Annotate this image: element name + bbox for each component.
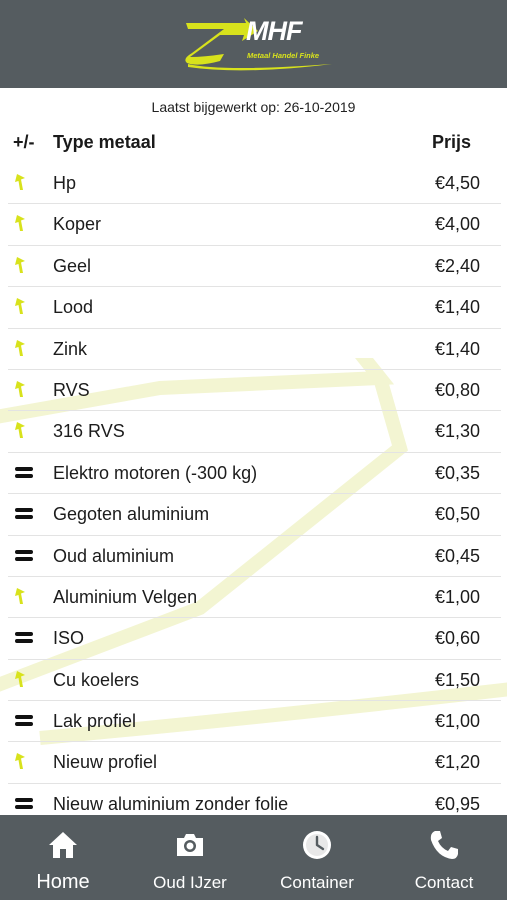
logo-text: MHF [246,16,302,46]
metal-price: €4,50 [434,173,480,193]
metal-type: Elektro motoren (-300 kg) [53,462,258,483]
camera-icon [177,834,203,856]
tab-home-label: Home [36,871,90,893]
table-row: ISO €0,60 [8,618,501,660]
trend-equal-icon [13,462,35,484]
metal-price: €0,35 [434,462,480,483]
metal-price: €0,95 [434,793,480,814]
metal-price: €1,20 [434,752,480,773]
trend-up-icon [13,586,35,608]
trend-up-icon [13,255,35,277]
table-row: Hp €4,50 [8,163,501,205]
metal-type: Nieuw profiel [53,752,158,773]
trend-up-icon [13,213,35,235]
tab-oud-ijzer-label: Oud IJzer [153,873,227,892]
logo-subtitle: Metaal Handel Finke [247,51,320,60]
trend-up-icon [13,379,35,401]
phone-icon [430,831,458,859]
tab-contact-label: Contact [414,873,474,892]
tab-oud-ijzer[interactable]: Oud IJzer [127,815,253,900]
table-row: RVS €0,80 [8,370,501,412]
bottom-tab-bar: Home Oud IJzer Container Contact [0,815,507,900]
metal-type: Koper [53,214,102,235]
column-header-change: +/- [13,132,35,152]
trend-up-icon [13,751,35,773]
table-row: Elektro motoren (-300 kg) €0,35 [8,453,501,495]
metal-price: €0,45 [434,545,480,566]
metal-price: €0,50 [434,504,480,525]
table-row: Nieuw profiel €1,20 [8,742,501,784]
metal-type: Gegoten aluminium [53,504,210,525]
table-row: Geel €2,40 [8,246,501,288]
table-row: Oud aluminium €0,45 [8,536,501,577]
metal-price: €1,00 [434,586,480,607]
app-header: MHF Metaal Handel Finke [0,0,507,88]
table-row: Koper €4,00 [8,204,501,246]
metal-type: Aluminium Velgen [53,586,198,607]
table-header: +/- Type metaal Prijs [0,132,507,158]
table-row: Zink €1,40 [8,329,501,370]
metal-type: Oud aluminium [53,545,175,566]
table-row: 316 RVS €1,30 [8,411,501,453]
metal-type: Cu koelers [53,669,140,690]
trend-equal-icon [13,793,35,815]
table-row: Lak profiel €1,00 [8,701,501,743]
metal-price: €2,40 [434,255,480,276]
metal-price: €4,00 [434,214,480,235]
metal-type: Nieuw aluminium zonder folie [53,793,289,814]
trend-equal-icon [13,627,35,649]
metal-type: RVS [53,379,90,400]
column-header-price: Prijs [432,132,472,152]
metal-type: Lood [53,297,94,318]
price-list: Laatst bijgewerkt op: 26-10-2019 +/- Typ… [0,88,507,815]
trend-equal-icon [13,710,35,732]
table-row: Cu koelers €1,50 [8,660,501,702]
metal-price: €1,50 [434,669,480,690]
trend-up-icon [13,338,35,360]
metal-type: 316 RVS [53,421,125,442]
trend-up-icon [13,420,35,442]
metal-type: Geel [53,255,92,276]
table-body: Hp €4,50 Koper €4,00 Geel €2,40 Lood €1,40 Zink €… [0,163,507,815]
last-updated-text: Laatst bijgewerkt op: 26-10-2019 [151,99,356,115]
trend-equal-icon [13,503,35,525]
metal-type: Zink [53,338,88,359]
metal-price: €1,00 [434,711,480,732]
column-header-type: Type metaal [53,132,156,152]
metal-price: €1,30 [434,421,480,442]
trend-up-icon [13,669,35,691]
metal-type: ISO [53,628,85,649]
tab-home[interactable]: Home [0,815,126,900]
tab-contact[interactable]: Contact [381,815,507,900]
trend-equal-icon [13,545,35,567]
metal-price: €1,40 [434,338,480,359]
metal-price: €0,60 [434,628,480,649]
clock-icon [303,831,331,859]
table-row: Lood €1,40 [8,287,501,329]
table-row: Aluminium Velgen €1,00 [8,577,501,619]
metal-price: €1,40 [434,297,480,318]
metal-type: Lak profiel [53,711,137,732]
table-row: Nieuw aluminium zonder folie €0,95 [8,784,501,815]
tab-container[interactable]: Container [254,815,380,900]
trend-up-icon [13,172,35,194]
trend-up-icon [13,296,35,318]
metal-type: Hp [53,173,77,193]
home-icon [49,832,77,858]
table-row: Gegoten aluminium €0,50 [8,494,501,536]
tab-container-label: Container [280,873,354,892]
metal-price: €0,80 [434,379,480,400]
